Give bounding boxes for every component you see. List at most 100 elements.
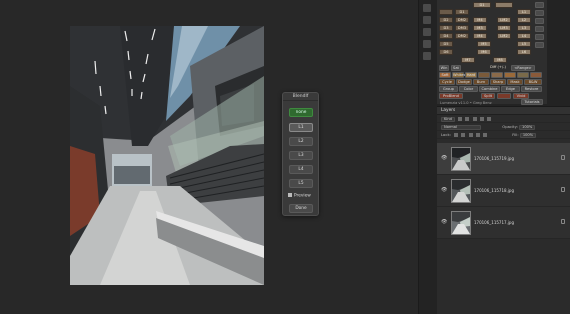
problend-button[interactable]: ProBlend — [439, 93, 463, 99]
ext-button[interactable] — [504, 72, 516, 78]
ext-button[interactable] — [491, 72, 503, 78]
burn-button[interactable]: Burn — [473, 79, 489, 85]
filter-image-icon[interactable] — [458, 117, 463, 121]
lock-pixels-icon[interactable] — [454, 133, 459, 137]
sat-button[interactable]: Sat — [451, 65, 461, 71]
bw-button[interactable]: B&W — [524, 79, 542, 85]
ext-cell[interactable]: D2 — [439, 17, 453, 23]
ext-cell[interactable]: L5 — [517, 41, 531, 47]
visibility-eye-icon[interactable]: 👁 — [441, 220, 447, 225]
combine-button[interactable]: Combine — [479, 86, 500, 92]
preview-checkbox[interactable]: Preview — [288, 193, 311, 199]
ext-cell[interactable]: LM3 — [497, 25, 511, 31]
filter-shape-icon[interactable] — [479, 117, 484, 121]
ext-cell[interactable]: M4 — [473, 17, 487, 23]
l5-button[interactable]: L5 — [289, 179, 313, 188]
layer-name[interactable]: 170106_115718.jpg — [474, 188, 514, 193]
document-canvas[interactable]: Blendlf none L1 L2 L3 L4 L5 Preview Done — [0, 0, 418, 314]
ext-icon-button[interactable] — [535, 26, 544, 32]
opacity-input[interactable]: 100% — [519, 124, 536, 130]
group-button[interactable]: Group — [439, 86, 458, 92]
panel-icon[interactable] — [423, 40, 431, 48]
ext-cell[interactable]: M4 — [473, 33, 487, 39]
lock-artboard-icon[interactable] — [475, 133, 480, 137]
panel-icon[interactable] — [423, 52, 431, 60]
ext-cell[interactable]: D1 — [455, 9, 469, 15]
ext-icon-button[interactable] — [535, 18, 544, 24]
ext-cell[interactable]: LM2 — [497, 17, 511, 23]
panel-icon[interactable] — [423, 4, 431, 12]
visibility-eye-icon[interactable]: 👁 — [441, 156, 447, 161]
tab-layers[interactable]: Layers — [437, 107, 570, 115]
ext-cell[interactable] — [495, 2, 513, 8]
filter-type-icon[interactable] — [472, 117, 477, 121]
cycle-button[interactable]: Cycle — [439, 79, 455, 85]
lock-all-icon[interactable] — [483, 133, 488, 137]
ext-cell[interactable]: LM2 — [497, 33, 511, 39]
ext-cell[interactable]: D6 — [439, 49, 453, 55]
ext-cell[interactable]: M8 — [493, 57, 507, 63]
ext-cell[interactable]: DM2 — [455, 33, 469, 39]
color-button[interactable]: Color — [459, 86, 478, 92]
fill-input[interactable]: 100% — [519, 132, 537, 138]
ext-cell[interactable]: D3 — [439, 25, 453, 31]
ext-cell[interactable]: L3 — [517, 25, 531, 31]
dodge-button[interactable]: Dodge — [456, 79, 472, 85]
blend-mode-select[interactable]: Normal — [441, 124, 481, 130]
ext-cell[interactable]: M6 — [477, 49, 491, 55]
layer-row[interactable]: 👁 170106_115719.jpg — [437, 143, 570, 175]
ext-cell[interactable]: L2 — [517, 17, 531, 23]
panel-icon[interactable] — [423, 16, 431, 24]
ext-cell[interactable]: M5 — [477, 41, 491, 47]
ext-cell[interactable]: L1 — [517, 9, 531, 15]
restore-button[interactable]: Restore — [521, 86, 542, 92]
filter-adjust-icon[interactable] — [465, 117, 470, 121]
none-button[interactable]: none — [289, 108, 313, 117]
win-button[interactable]: Win — [439, 65, 449, 71]
ext-icon-button[interactable] — [535, 34, 544, 40]
ext-button[interactable] — [530, 72, 542, 78]
ext-button[interactable] — [478, 72, 490, 78]
l2-button[interactable]: L2 — [289, 137, 313, 146]
opacity-label: Opacity: — [502, 124, 518, 129]
ext-cell[interactable]: L4 — [517, 33, 531, 39]
ext-cell[interactable]: L6 — [517, 49, 531, 55]
edge-button[interactable]: Edge — [501, 86, 520, 92]
l1-button[interactable]: L1 — [289, 123, 313, 132]
ext-cell[interactable]: DM2 — [455, 17, 469, 23]
ext-cell[interactable]: M3 — [473, 25, 487, 31]
layer-name[interactable]: 170106_115719.jpg — [474, 156, 514, 161]
visibility-eye-icon[interactable]: 👁 — [441, 188, 447, 193]
split-button[interactable]: Split — [481, 93, 495, 99]
layer-row[interactable]: 👁 170106_115718.jpg — [437, 175, 570, 207]
mask-button[interactable]: Mask — [507, 79, 523, 85]
ext-button[interactable]: Soft — [439, 72, 451, 78]
sharp-button[interactable]: Sharp — [490, 79, 506, 85]
ext-icon-button[interactable] — [535, 2, 544, 8]
layer-name[interactable]: 170106_115717.jpg — [474, 220, 514, 225]
layer-row[interactable]: 👁 170106_115717.jpg — [437, 207, 570, 239]
ext-button[interactable] — [517, 72, 529, 78]
ext-cell[interactable]: D4 — [439, 33, 453, 39]
ext-cell[interactable] — [439, 9, 453, 15]
ext-icon-button[interactable] — [535, 42, 544, 48]
ext-button[interactable]: Whites — [452, 72, 465, 78]
layer-thumbnail — [451, 147, 471, 171]
panel-icon[interactable] — [423, 28, 431, 36]
lock-paint-icon[interactable] — [461, 133, 466, 137]
l3-button[interactable]: L3 — [289, 151, 313, 160]
kind-select[interactable]: Kind — [441, 116, 455, 122]
ext-cell[interactable]: D5 — [439, 41, 453, 47]
lock-move-icon[interactable] — [468, 133, 473, 137]
range-select[interactable]: <Range> — [511, 65, 535, 71]
ext-cell[interactable]: D1 — [473, 2, 491, 8]
ext-icon-button[interactable] — [535, 10, 544, 16]
ext-cell[interactable]: DM3 — [455, 25, 469, 31]
tutorials-button[interactable]: Tutorials — [521, 99, 543, 105]
filter-smart-icon[interactable] — [487, 117, 492, 121]
f-button[interactable] — [497, 93, 511, 99]
l4-button[interactable]: L4 — [289, 165, 313, 174]
ext-button[interactable]: Hard — [465, 72, 477, 78]
done-button[interactable]: Done — [289, 204, 313, 213]
ext-cell[interactable]: M7 — [461, 57, 475, 63]
